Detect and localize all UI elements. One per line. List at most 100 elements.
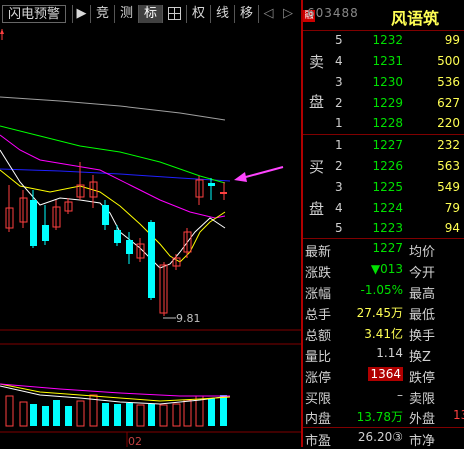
buy-volume: 232 — [437, 138, 460, 152]
stat-label-change: 涨跌 — [305, 266, 332, 281]
ma120-line — [0, 168, 231, 182]
divider — [303, 238, 464, 239]
stat-label-volume-ratio: 量比 — [305, 350, 332, 365]
sell-volume: 500 — [437, 54, 460, 68]
low-price-label: 9.81 — [176, 312, 201, 325]
volume-bar — [208, 398, 215, 426]
stat-value-amount: 3.41亿 — [364, 327, 403, 341]
stat-value-total-volume: 27.45万 — [356, 306, 403, 320]
volume-bar — [136, 404, 145, 427]
volume-bar — [102, 403, 109, 426]
stat-label-turnover-z: 换Z — [409, 350, 431, 365]
buy-label: 买 — [309, 158, 325, 176]
buy-price: 1224 — [372, 201, 403, 215]
more-left-icon[interactable]: ◁ — [258, 5, 278, 23]
stat-value-outer: 13 — [453, 408, 464, 422]
volume-bar — [65, 406, 72, 426]
buy-price: 1225 — [372, 180, 403, 194]
stat-label-buy-limit: 买限 — [305, 392, 332, 407]
volume-bar — [42, 406, 49, 426]
candle — [208, 183, 215, 186]
buy-level: 4 — [335, 201, 343, 215]
bid-button[interactable]: 竞 — [90, 5, 114, 23]
stat-label-change-pct: 涨幅 — [305, 287, 332, 302]
stat-label-inner: 内盘 — [305, 412, 332, 427]
candle — [30, 200, 37, 246]
flash-warning-button[interactable]: 闪电预警 — [2, 5, 66, 23]
buy-level: 2 — [335, 159, 343, 173]
sell-price: 1232 — [372, 33, 403, 47]
stat-value-change: ▼013 — [370, 262, 403, 276]
candle — [220, 192, 227, 194]
sell-price: 1230 — [372, 75, 403, 89]
buy-level: 5 — [335, 221, 343, 235]
stat-label-high: 最高 — [409, 287, 436, 302]
buy-volume: 563 — [437, 159, 460, 173]
stat-label-avg: 均价 — [409, 245, 436, 260]
candle — [42, 225, 49, 241]
annotation-arrow-icon — [234, 166, 284, 182]
chart-toolbar: 闪电预警 ▶ 竞 测 标 权 线 移 ◁ ▷ — [0, 0, 301, 28]
line-button[interactable]: 线 — [210, 5, 234, 23]
sell-label: 卖 — [309, 53, 325, 71]
sell-label: 盘 — [309, 93, 325, 111]
mark-button[interactable]: 标 — [138, 5, 162, 23]
more-right-icon[interactable]: ▷ — [278, 5, 298, 23]
candle — [126, 240, 133, 254]
sell-level: 4 — [335, 54, 343, 68]
stat-label-turnover: 换手 — [409, 329, 436, 344]
volume-bar — [220, 395, 227, 426]
volume-bar — [159, 404, 168, 427]
move-button[interactable]: 移 — [234, 5, 258, 23]
sell-volume: 99 — [444, 33, 460, 47]
measure-button[interactable]: 测 — [114, 5, 138, 23]
candle — [148, 222, 155, 298]
quote-panel: 融 603488 风语筑 卖 盘 5 1232 99 4 1231 500 3 … — [303, 0, 464, 449]
stat-value-pe: 26.20③ — [357, 430, 403, 444]
volume-bar — [30, 404, 37, 426]
divider — [303, 427, 464, 428]
volume-bar — [172, 403, 181, 427]
volume-bar — [126, 403, 133, 426]
sell-volume: 536 — [437, 75, 460, 89]
volume-bar — [19, 401, 28, 427]
buy-price: 1226 — [372, 159, 403, 173]
divider — [303, 30, 464, 31]
sell-volume: 627 — [437, 96, 460, 110]
stat-label-latest: 最新 — [305, 245, 332, 260]
crosshair-grid-icon[interactable] — [162, 5, 186, 23]
candles — [5, 162, 227, 316]
stock-title: 融 603488 风语筑 — [303, 0, 464, 30]
stat-label-sell-limit: 卖限 — [409, 392, 436, 407]
sell-volume: 220 — [437, 116, 460, 130]
volume-bar — [183, 399, 192, 427]
kline-chart[interactable]: 9.81 02 — [0, 28, 301, 447]
stat-label-outer: 外盘 — [409, 412, 436, 427]
stock-code: 603488 — [307, 6, 359, 20]
volume-bar — [53, 400, 60, 426]
buy-price: 1223 — [372, 221, 403, 235]
buy-volume: 79 — [444, 201, 460, 215]
rights-button[interactable]: 权 — [186, 5, 210, 23]
up-arrow-icon — [0, 29, 4, 34]
play-icon[interactable]: ▶ — [72, 5, 90, 23]
volume-bar — [148, 404, 155, 426]
stat-label-pb: 市净 — [409, 434, 436, 449]
buy-volume: 549 — [437, 180, 460, 194]
stock-name: 风语筑 — [391, 9, 440, 28]
sell-price: 1229 — [372, 96, 403, 110]
buy-label: 盘 — [309, 200, 325, 218]
stat-label-open: 今开 — [409, 266, 436, 281]
sell-level: 5 — [335, 33, 343, 47]
sell-price: 1228 — [372, 116, 403, 130]
date-label: 02 — [128, 435, 142, 447]
stat-value-change-pct: -1.05% — [360, 283, 403, 297]
sell-level: 2 — [335, 96, 343, 110]
divider — [303, 134, 464, 135]
stat-value-inner: 13.78万 — [356, 410, 403, 424]
ma250-line — [0, 96, 226, 121]
volume-bar — [76, 400, 85, 427]
stat-value-volume-ratio: 1.14 — [376, 346, 403, 360]
buy-level: 3 — [335, 180, 343, 194]
stat-label-limit-up: 涨停 — [305, 371, 332, 386]
